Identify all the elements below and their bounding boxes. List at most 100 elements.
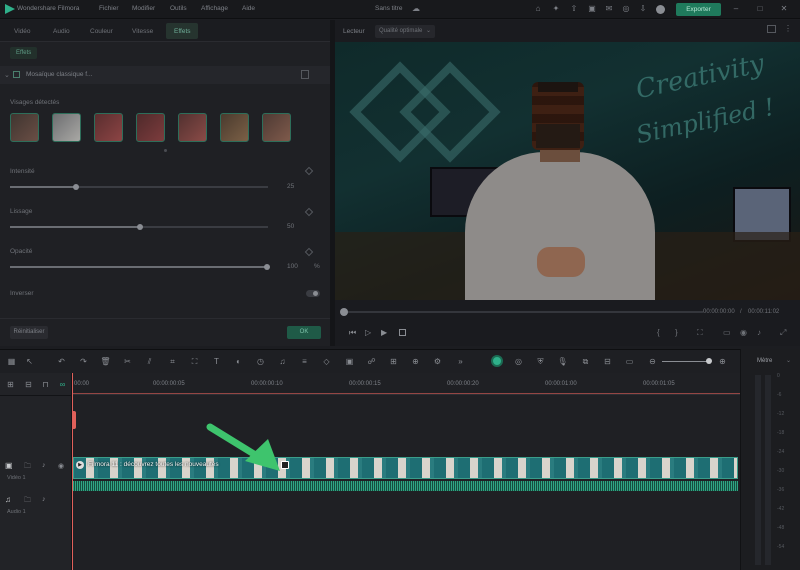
play-icon[interactable]: ▷ [365,328,371,337]
intensite-slider[interactable] [10,184,268,190]
opacite-value[interactable]: 100 [287,263,298,270]
detected-face-3[interactable] [94,113,123,142]
magnet-icon[interactable]: ⊓ [40,379,51,390]
cloud-icon[interactable]: ☁ [411,4,421,14]
auto-icon[interactable]: ◎ [513,356,524,367]
expand-icon[interactable]: ⤢ [780,328,786,338]
snapshot-icon[interactable] [767,25,776,33]
quality-select[interactable]: Qualité optimale ⌄ [375,25,435,38]
detected-face-5[interactable] [178,113,207,142]
upload-icon[interactable]: ⇧ [569,4,579,14]
menu-affichage[interactable]: Affichage [201,5,228,12]
snap-icon[interactable]: ∞ [57,379,68,390]
zoom-frame-icon[interactable]: ⛶ [189,356,200,367]
monitor-icon[interactable]: ▭ [723,328,731,337]
scrubber-knob[interactable] [340,308,348,316]
volume-icon[interactable]: ♪ [757,328,761,337]
text-icon[interactable]: T [211,356,222,367]
collapse-icon[interactable]: ⌄ [4,71,10,79]
track-lock-icon[interactable]: 🗀 [24,462,31,473]
audio-tool-icon[interactable]: ♫ [277,356,288,367]
lightbulb-icon[interactable]: ✦ [551,4,561,14]
ok-button[interactable]: OK [287,326,321,339]
audio-mute-icon[interactable]: ♪ [42,496,46,503]
delete-icon[interactable]: 🗑 [100,356,111,367]
tracking-icon[interactable]: ⊕ [410,356,421,367]
reset-button[interactable]: Réinitialiser [10,326,48,339]
mark-out-icon[interactable]: } [675,328,678,337]
link-icon[interactable]: ⊟ [23,379,34,390]
layout-icon[interactable]: ▦ [6,356,17,367]
prev-frame-icon[interactable]: ⏮ [349,328,356,338]
color-icon[interactable]: ◐ [233,356,244,367]
maximize-icon[interactable]: □ [755,4,765,14]
download-icon[interactable]: ⇩ [638,4,648,14]
lissage-knob[interactable] [137,224,143,230]
zoom-out-icon[interactable]: ⊖ [647,356,658,367]
stop-icon[interactable] [399,329,406,336]
menu-aide[interactable]: Aide [242,5,255,12]
shield-icon[interactable]: ⛨ [535,356,546,367]
mix-icon[interactable]: ⧉ [580,356,591,367]
export-frame-icon[interactable]: ⊟ [602,356,613,367]
redo-icon[interactable]: ↷ [78,356,89,367]
tab-vitesse[interactable]: Vitesse [132,28,153,35]
detected-face-1[interactable] [10,113,39,142]
render-button-icon[interactable] [491,355,503,367]
detected-face-4[interactable] [136,113,165,142]
detected-face-6[interactable] [220,113,249,142]
keyframe-icon[interactable] [304,247,314,257]
play-alt-icon[interactable]: ▶ [381,328,387,337]
keyframe-tool-icon[interactable]: ◇ [321,356,332,367]
save-icon[interactable]: ▣ [587,4,597,14]
intensite-value[interactable]: 25 [287,183,294,190]
split-icon[interactable]: ⫽ [144,356,155,367]
video-clip[interactable]: ▶ Filmora 11 : découvrez toutes les nouv… [73,457,738,479]
settings-tool-icon[interactable]: ⚙ [432,356,443,367]
video-frame[interactable]: Creativity Simplified ! [335,42,800,300]
camera-icon[interactable]: ◉ [740,328,747,337]
menu-fichier[interactable]: Fichier [99,5,119,12]
settings-icon[interactable]: ⋮ [784,24,792,33]
audio-lock-icon[interactable]: 🗀 [24,496,31,507]
lissage-slider[interactable] [10,224,268,230]
ruler[interactable]: 00:00 00:00:00:05 00:00:00:10 00:00:00:1… [72,373,740,395]
gift-icon[interactable]: ⌂ [533,4,543,14]
mail-icon[interactable]: ✉ [604,4,614,14]
avatar[interactable] [656,5,665,14]
support-icon[interactable]: ◎ [621,4,631,14]
effect-toggle-checkbox[interactable] [13,71,20,78]
menu-outils[interactable]: Outils [170,5,187,12]
zoom-knob[interactable] [706,358,712,364]
zoom-slider[interactable] [662,358,712,364]
stabilize-icon[interactable]: ⊞ [388,356,399,367]
tab-video[interactable]: Vidéo [14,28,31,35]
screen-icon[interactable]: ▣ [344,356,355,367]
tab-audio[interactable]: Audio [53,28,70,35]
undo-icon[interactable]: ↶ [56,356,67,367]
keyframe-icon[interactable] [304,166,314,176]
audio-waveform[interactable] [73,481,738,491]
tab-couleur[interactable]: Couleur [90,28,113,35]
intensite-knob[interactable] [73,184,79,190]
playhead[interactable] [72,373,73,570]
motion-icon[interactable]: ☍ [366,356,377,367]
opacite-slider[interactable] [10,264,270,270]
crop-icon[interactable]: ⌗ [167,356,178,367]
microphone-icon[interactable]: 🎙 [557,356,568,367]
player-scrubber[interactable] [340,308,703,316]
close-icon[interactable]: ✕ [779,4,789,14]
fullscreen-icon[interactable]: ⛶ [697,328,703,338]
mark-in-icon[interactable]: { [657,328,660,337]
detected-face-2[interactable] [52,113,81,142]
more-tools-icon[interactable]: » [455,356,466,367]
tab-effets[interactable]: Effets [166,23,198,39]
opacite-knob[interactable] [264,264,270,270]
lissage-value[interactable]: 50 [287,223,294,230]
meter-menu-icon[interactable]: ⌄ [786,357,791,364]
cut-icon[interactable]: ✂ [122,356,133,367]
minimize-icon[interactable]: – [731,4,741,14]
add-track-icon[interactable]: ⊞ [5,379,16,390]
speed-icon[interactable]: ◷ [255,356,266,367]
keyframe-icon[interactable] [304,207,314,217]
